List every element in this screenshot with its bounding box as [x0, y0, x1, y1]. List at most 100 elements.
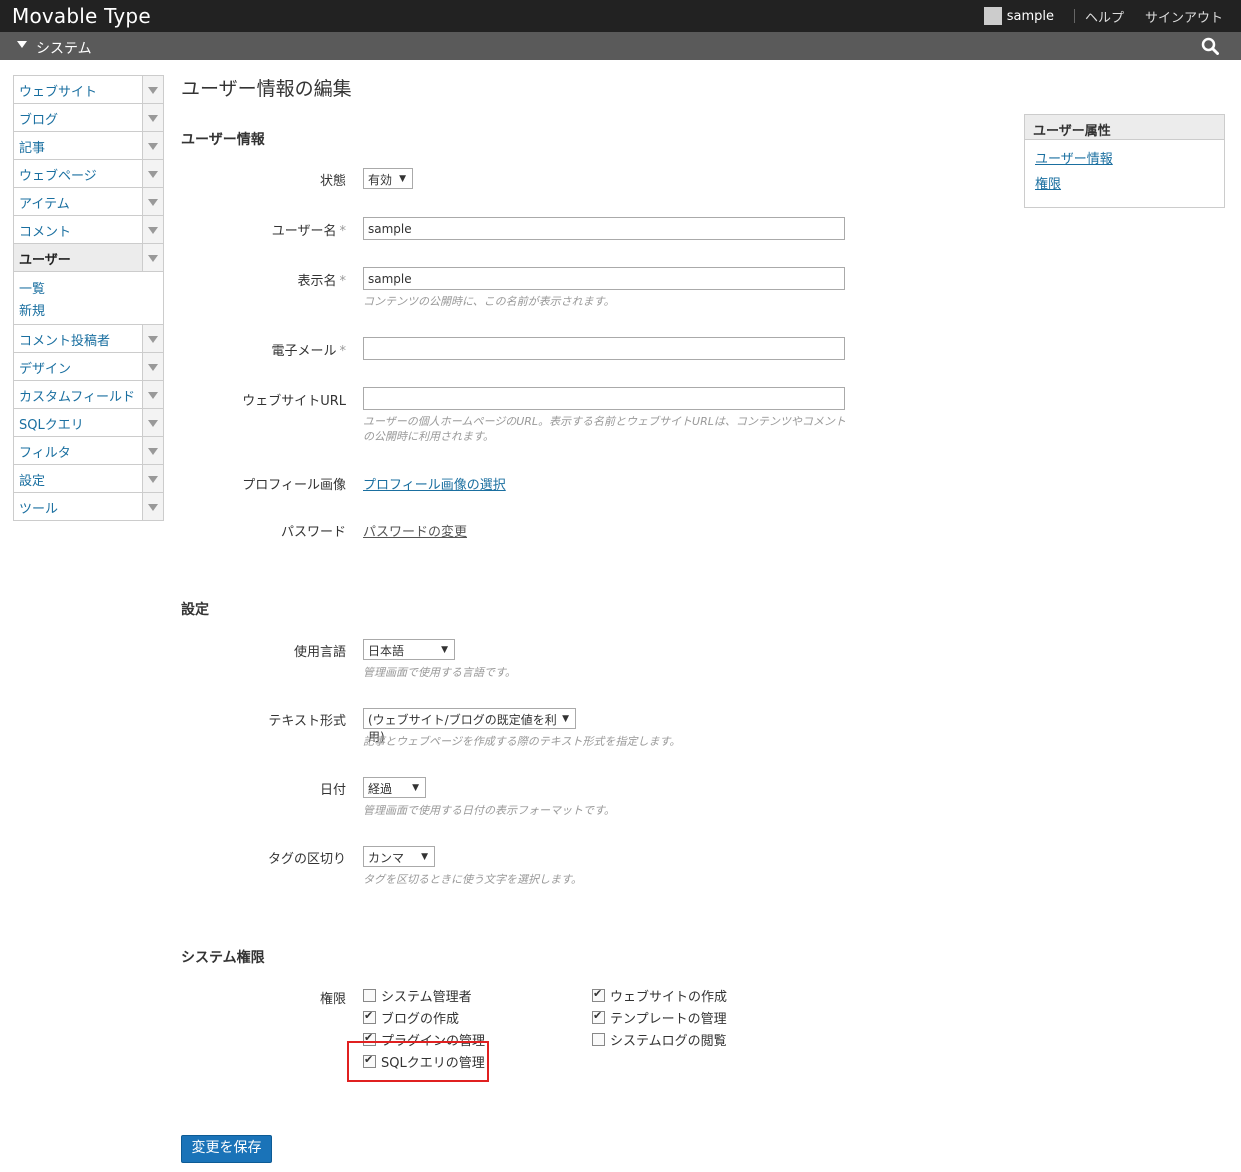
section-heading-user-info: ユーザー情報 [181, 132, 265, 148]
checkbox-box[interactable] [363, 1009, 376, 1024]
language-select-value: 日本語 [368, 644, 405, 658]
save-changes-button[interactable]: 変更を保存 [181, 1135, 272, 1163]
sidebar-item-entries[interactable]: 記事 [14, 132, 163, 160]
tag-delimiter-select[interactable]: カンマ ▼ [363, 846, 435, 867]
chevron-down-icon[interactable] [142, 188, 163, 215]
password-label: パスワード [280, 525, 346, 540]
displayname-input[interactable] [363, 267, 845, 290]
checkbox-box[interactable] [592, 987, 605, 1002]
email-input[interactable] [363, 337, 845, 360]
sidebar-item-label: コメント [19, 225, 72, 240]
chevron-down-icon[interactable] [142, 216, 163, 243]
avatar[interactable] [983, 7, 1002, 25]
sidebar-item-design[interactable]: デザイン [14, 353, 163, 381]
sidebar-item-sqlquery[interactable]: SQLクエリ [14, 409, 163, 437]
text-format-select[interactable]: (ウェブサイト/ブログの既定値を利用) ▼ [363, 708, 576, 744]
chevron-down-icon[interactable] [142, 132, 163, 159]
username-input[interactable] [363, 217, 845, 240]
email-label-text: 電子メール [271, 344, 337, 359]
date-format-hint: 管理画面で使用する日付の表示フォーマットです。 [363, 804, 615, 817]
sidebar-item-blog[interactable]: ブログ [14, 104, 163, 132]
sidebar-item-label: ユーザー [19, 253, 71, 268]
sidebar-item-website[interactable]: ウェブサイト [14, 76, 163, 104]
displayname-label-text: 表示名 [297, 274, 337, 289]
date-format-select-value: 経過 [368, 782, 393, 796]
sidebar-item-customfields[interactable]: カスタムフィールド [14, 381, 163, 409]
section-heading-settings: 設定 [181, 602, 209, 618]
perm-create-website-checkbox[interactable]: ウェブサイトの作成 [592, 986, 727, 1005]
language-select[interactable]: 日本語 ▼ [363, 639, 455, 660]
profile-image-label: プロフィール画像 [242, 478, 346, 493]
app-logo[interactable]: Movable Type [12, 4, 151, 28]
permissions-label: 権限 [319, 992, 346, 1007]
chevron-down-icon[interactable] [142, 437, 163, 464]
help-link[interactable]: ヘルプ [1085, 7, 1124, 26]
chevron-down-icon[interactable] [142, 325, 163, 352]
text-format-label: テキスト形式 [268, 714, 346, 729]
chevron-down-icon[interactable] [142, 76, 163, 103]
profile-image-select-link[interactable]: プロフィール画像の選択 [363, 478, 506, 493]
checkbox-label: ブログの作成 [381, 1012, 460, 1027]
sidebar-item-commenters[interactable]: コメント投稿者 [14, 325, 163, 353]
sidebar-item-label: 設定 [19, 474, 46, 489]
section-heading-system-permissions: システム権限 [181, 950, 265, 966]
caret-down-icon: ▼ [399, 174, 406, 184]
chevron-down-icon[interactable] [142, 409, 163, 436]
language-hint: 管理画面で使用する言語です。 [363, 666, 516, 679]
tag-delimiter-select-value: カンマ [368, 851, 405, 865]
submenu-item-list[interactable]: 一覧 [14, 276, 163, 298]
perm-manage-templates-checkbox[interactable]: テンプレートの管理 [592, 1008, 727, 1027]
chevron-down-icon[interactable] [142, 381, 163, 408]
required-mark: * [339, 344, 347, 359]
chevron-down-icon[interactable] [142, 160, 163, 187]
displayname-hint: コンテンツの公開時に、この名前が表示されます。 [363, 295, 615, 308]
caret-down-icon: ▼ [412, 783, 419, 793]
sidebar-item-label: ウェブページ [19, 169, 97, 184]
checkbox-box[interactable] [592, 1033, 605, 1046]
website-url-label: ウェブサイトURL [242, 394, 346, 409]
caret-down-icon: ▼ [441, 645, 448, 655]
checkbox-box[interactable] [363, 989, 376, 1002]
displayname-label: 表示名 * [181, 270, 346, 289]
sidebar-item-pages[interactable]: ウェブページ [14, 160, 163, 188]
perm-view-system-log-checkbox[interactable]: システムログの閲覧 [592, 1030, 727, 1049]
sidebar-item-users[interactable]: ユーザー [14, 244, 163, 272]
signout-link[interactable]: サインアウト [1145, 7, 1223, 26]
text-format-hint: 記事とウェブページを作成する際のテキスト形式を指定します。 [363, 735, 681, 748]
checkbox-box[interactable] [592, 1009, 605, 1024]
sidebar-item-comments[interactable]: コメント [14, 216, 163, 244]
highlight-box [347, 1041, 489, 1082]
sidebar-item-filter[interactable]: フィルタ [14, 437, 163, 465]
password-change-link[interactable]: パスワードの変更 [363, 525, 467, 540]
website-url-input[interactable] [363, 387, 845, 410]
perm-system-admin-checkbox[interactable]: システム管理者 [363, 986, 472, 1005]
widget-link-user-info[interactable]: ユーザー情報 [1035, 152, 1113, 167]
triangle-down-icon[interactable] [17, 41, 27, 48]
tag-delimiter-hint: タグを区切るときに使う文字を選択します。 [363, 873, 582, 886]
status-select[interactable]: 有効 ▼ [363, 168, 413, 189]
submenu-item-new[interactable]: 新規 [14, 298, 163, 320]
username-label: ユーザー名 * [181, 220, 346, 239]
chevron-down-icon[interactable] [142, 104, 163, 131]
chevron-down-icon[interactable] [142, 493, 163, 520]
chevron-down-icon[interactable] [142, 244, 163, 271]
sidebar-item-settings[interactable]: 設定 [14, 465, 163, 493]
widget-title: ユーザー属性 [1025, 115, 1224, 140]
perm-create-blog-checkbox[interactable]: ブログの作成 [363, 1008, 459, 1027]
checkbox-label: システムログの閲覧 [610, 1034, 727, 1049]
required-mark: * [339, 274, 347, 289]
search-icon[interactable] [1201, 37, 1219, 55]
widget-link-permissions[interactable]: 権限 [1035, 177, 1061, 192]
sidebar-item-assets[interactable]: アイテム [14, 188, 163, 216]
sidebar-item-label: ウェブサイト [19, 85, 98, 100]
sidebar-menu: ウェブサイト ブログ 記事 ウェブページ アイテム コメント ユーザー 一覧 新… [13, 75, 164, 521]
scope-selector[interactable]: システム [36, 38, 92, 58]
chevron-down-icon[interactable] [142, 465, 163, 492]
language-label: 使用言語 [293, 645, 346, 660]
user-name-link[interactable]: sample [1007, 9, 1054, 24]
user-attributes-widget: ユーザー属性 ユーザー情報 権限 [1024, 114, 1225, 208]
chevron-down-icon[interactable] [142, 353, 163, 380]
date-format-select[interactable]: 経過 ▼ [363, 777, 426, 798]
sidebar-item-tools[interactable]: ツール [14, 493, 163, 520]
sidebar-item-label: SQLクエリ [19, 418, 84, 433]
